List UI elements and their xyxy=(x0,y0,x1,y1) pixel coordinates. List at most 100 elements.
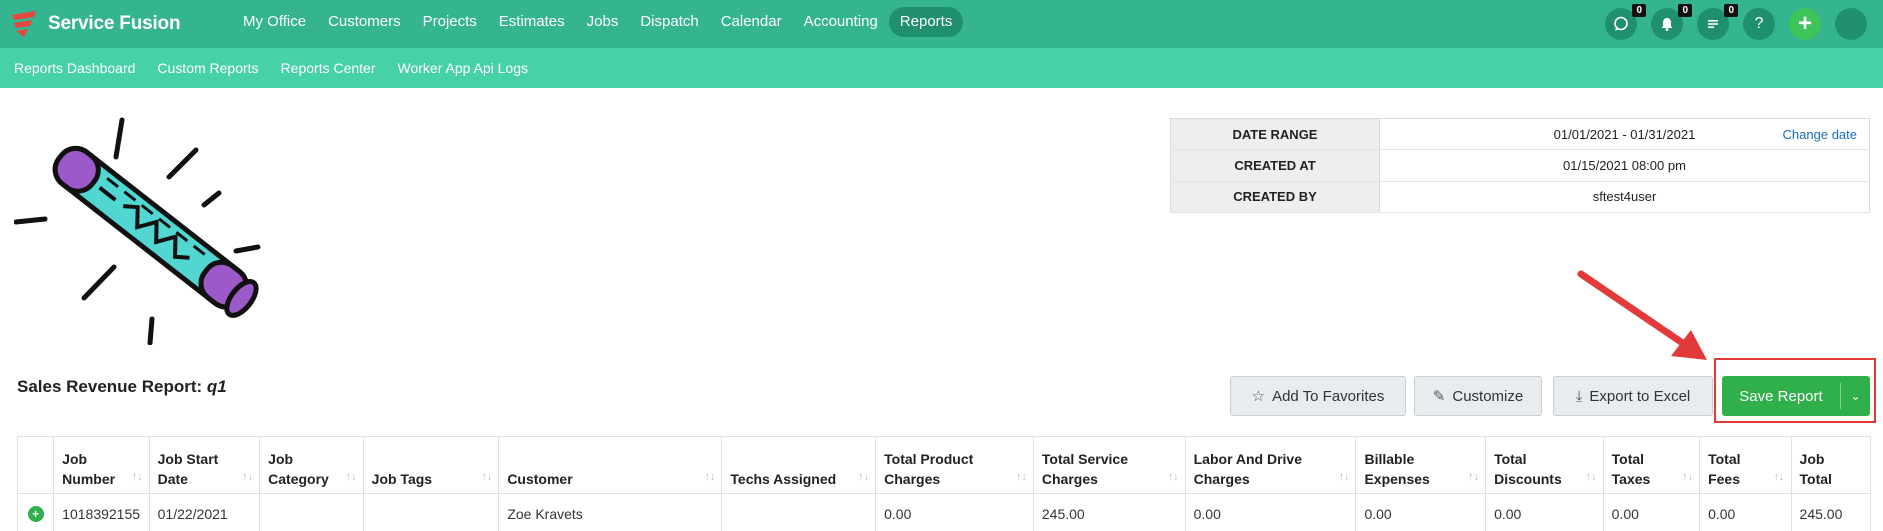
created-at-label: CREATED AT xyxy=(1170,149,1380,182)
sort-icon[interactable]: ↑↓ xyxy=(858,467,869,487)
column-header-line1: Billable xyxy=(1364,451,1415,467)
plus-icon: + xyxy=(1797,10,1812,37)
expand-row-icon[interactable]: + xyxy=(27,506,44,522)
report-title: Sales Revenue Report: q1 xyxy=(17,377,227,397)
created-at-value: 01/15/2021 08:00 pm xyxy=(1379,149,1870,182)
created-by-row: CREATED BY sftest4user xyxy=(1170,181,1870,214)
column-header[interactable]: Job Start Date ↑↓ xyxy=(148,436,261,494)
column-header[interactable]: Total Taxes ↑↓ xyxy=(1602,436,1701,494)
add-to-favorites-button[interactable]: ☆ Add To Favorites xyxy=(1230,376,1406,416)
column-header-line1: Total Service xyxy=(1041,451,1129,467)
top-navigation-bar: Service Fusion My Office Customers Proje… xyxy=(0,0,1883,48)
tasks-button[interactable]: 0 xyxy=(1697,4,1738,40)
column-header-line1: Job xyxy=(268,451,294,467)
star-icon: ☆ xyxy=(1251,388,1266,405)
download-icon: ⤓ xyxy=(1575,387,1583,405)
nav-jobs[interactable]: Jobs xyxy=(576,7,630,37)
nav-my-office[interactable]: My Office xyxy=(232,7,317,37)
app-name: Service Fusion xyxy=(48,13,181,34)
sort-icon[interactable]: ↑↓ xyxy=(346,467,357,487)
expand-column-header xyxy=(16,436,55,494)
sort-icon[interactable]: ↑↓ xyxy=(704,467,715,487)
sort-icon[interactable]: ↑↓ xyxy=(1774,467,1785,487)
sort-icon[interactable]: ↑↓ xyxy=(1586,467,1597,487)
column-header-line1: Total xyxy=(1494,451,1527,467)
notifications-button[interactable]: 0 xyxy=(1651,4,1692,40)
sort-icon[interactable]: ↑↓ xyxy=(1682,467,1693,487)
table-row: + 1018392155 01/22/2021 Zoe Kravets 0.00… xyxy=(16,493,1872,531)
sort-icon[interactable]: ↑↓ xyxy=(1168,467,1179,487)
nav-calendar[interactable]: Calendar xyxy=(710,7,793,37)
nav-accounting[interactable]: Accounting xyxy=(793,7,889,37)
table-cell: 01/22/2021 xyxy=(148,493,261,531)
column-header-line1: Total xyxy=(1611,451,1645,467)
sort-icon[interactable]: ↑↓ xyxy=(242,467,253,487)
table-cell: 0.00 xyxy=(1485,493,1604,531)
table-header-row: Job Number ↑↓ Job Start Date ↑↓ Job Category ↑… xyxy=(16,436,1872,494)
column-header[interactable]: Job Total xyxy=(1790,436,1872,494)
table-cell: 245.00 xyxy=(1032,493,1186,531)
party-popper-illustration xyxy=(14,117,261,345)
save-report-button[interactable]: Save Report ⌄ xyxy=(1722,376,1870,416)
nav-projects[interactable]: Projects xyxy=(412,7,488,37)
column-header[interactable]: Total Product Charges ↑↓ xyxy=(875,436,1034,494)
add-button[interactable]: + xyxy=(1789,8,1821,40)
table-cell: 0.00 xyxy=(1602,493,1701,531)
nav-customers[interactable]: Customers xyxy=(317,7,412,37)
change-date-link[interactable]: Change date xyxy=(1783,127,1857,142)
column-header-line1: Job Start xyxy=(157,451,219,467)
column-header[interactable]: Billable Expenses ↑↓ xyxy=(1355,436,1487,494)
subnav-reports-dashboard[interactable]: Reports Dashboard xyxy=(14,60,135,76)
user-avatar[interactable] xyxy=(1835,8,1867,40)
subnav-custom-reports[interactable]: Custom Reports xyxy=(157,60,258,76)
sort-icon[interactable]: ↑↓ xyxy=(1016,467,1027,487)
app-logo[interactable]: Service Fusion xyxy=(10,4,181,44)
tasks-badge: 0 xyxy=(1724,4,1738,17)
save-report-label: Save Report xyxy=(1739,387,1823,405)
red-arrow-annotation xyxy=(1577,270,1707,360)
table-cell: Zoe Kravets xyxy=(498,493,723,531)
chat-button[interactable]: 0 xyxy=(1605,4,1646,40)
column-header[interactable]: Techs Assigned ↑↓ xyxy=(721,436,877,494)
sort-icon[interactable]: ↑↓ xyxy=(1338,467,1349,487)
nav-dispatch[interactable]: Dispatch xyxy=(629,7,709,37)
help-button[interactable]: ? xyxy=(1743,8,1775,40)
table-cell: 0.00 xyxy=(1355,493,1487,531)
export-to-excel-button[interactable]: ⤓ Export to Excel xyxy=(1553,376,1713,416)
sort-icon[interactable]: ↑↓ xyxy=(481,467,492,487)
table-cell: 0.00 xyxy=(1699,493,1792,531)
table-cell: 1018392155 xyxy=(53,493,150,531)
pencil-icon: ✎ xyxy=(1432,388,1446,405)
column-header-line1: Total xyxy=(1708,451,1741,467)
bell-icon xyxy=(1661,18,1673,31)
column-header[interactable]: Total Discounts ↑↓ xyxy=(1485,436,1604,494)
expand-cell: + xyxy=(16,493,55,531)
column-header[interactable]: Job Category ↑↓ xyxy=(259,436,364,494)
subnav-reports-center[interactable]: Reports Center xyxy=(281,60,376,76)
column-header[interactable]: Total Fees ↑↓ xyxy=(1699,436,1792,494)
customize-button[interactable]: ✎ Customize xyxy=(1414,376,1542,416)
table-cell: 0.00 xyxy=(875,493,1034,531)
reports-subnav: Reports Dashboard Custom Reports Reports… xyxy=(14,48,550,88)
column-header[interactable]: Customer ↑↓ xyxy=(498,436,723,494)
report-title-name: q1 xyxy=(206,377,227,396)
nav-estimates[interactable]: Estimates xyxy=(488,7,576,37)
column-header-line2: Charges xyxy=(1041,471,1098,487)
column-header[interactable]: Labor And Drive Charges ↑↓ xyxy=(1184,436,1357,494)
sort-icon[interactable]: ↑↓ xyxy=(1468,467,1479,487)
column-header-line2: Category xyxy=(268,471,329,487)
table-cell xyxy=(362,493,500,531)
nav-reports[interactable]: Reports xyxy=(888,7,964,37)
column-header-line2: Charges xyxy=(884,471,941,487)
subnav-worker-app-api-logs[interactable]: Worker App Api Logs xyxy=(398,60,528,76)
created-by-value: sftest4user xyxy=(1379,181,1870,214)
chevron-down-icon[interactable]: ⌄ xyxy=(1841,389,1870,403)
column-header[interactable]: Total Service Charges ↑↓ xyxy=(1032,436,1186,494)
report-info-table: DATE RANGE 01/01/2021 - 01/31/2021 Chang… xyxy=(1170,118,1870,214)
column-header[interactable]: Job Number ↑↓ xyxy=(53,436,150,494)
column-header[interactable]: Job Tags ↑↓ xyxy=(362,436,500,494)
main-nav: My Office Customers Projects Estimates J… xyxy=(232,7,964,37)
column-header-line2: Techs Assigned xyxy=(730,471,837,487)
sort-icon[interactable]: ↑↓ xyxy=(132,467,143,487)
help-icon: ? xyxy=(1754,15,1764,32)
